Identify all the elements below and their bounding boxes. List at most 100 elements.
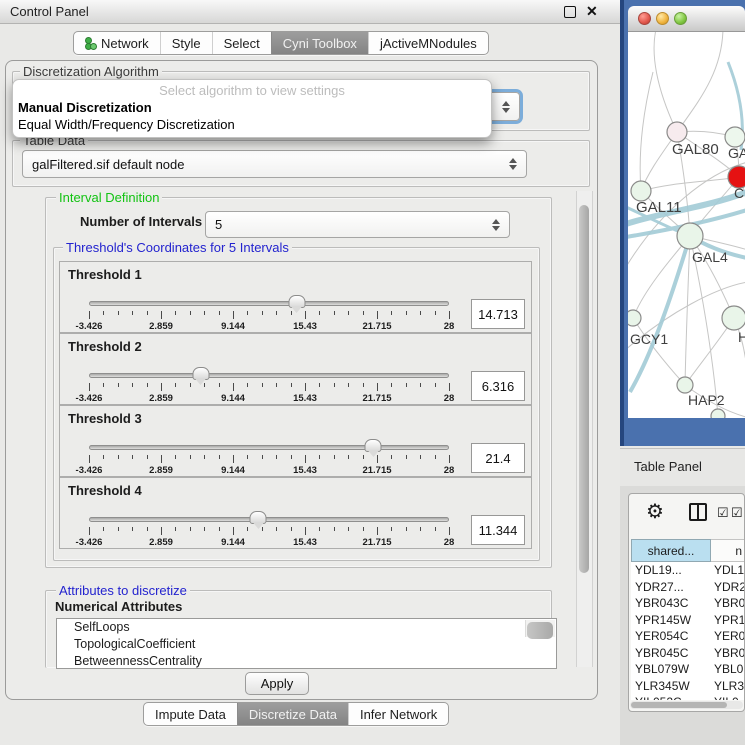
node-hap2[interactable] [677, 377, 693, 393]
slider-track[interactable] [89, 373, 449, 378]
node-gcy1[interactable] [628, 310, 641, 326]
tab-select[interactable]: Select [212, 32, 271, 54]
slider-thumb[interactable] [365, 439, 382, 452]
tick-label: -3.426 [76, 321, 103, 332]
cell-name[interactable]: YIL0 [711, 694, 745, 700]
close-icon[interactable]: ✕ [586, 2, 598, 21]
number-of-intervals-combobox[interactable]: 5 [205, 211, 510, 238]
numerical-attributes-list[interactable]: SelfLoopsTopologicalCoefficientBetweenne… [56, 618, 557, 669]
attribute-list-item[interactable]: BetweennessCentrality [57, 653, 556, 669]
column-header-shared-name[interactable]: shared... [631, 539, 711, 562]
cell-shared-name[interactable]: YBR043C [631, 595, 711, 612]
apply-button[interactable]: Apply [245, 672, 309, 695]
slider-track[interactable] [89, 301, 449, 306]
table-row[interactable]: YDL19...YDL1 [631, 562, 745, 579]
cell-shared-name[interactable]: YPR145W [631, 612, 711, 629]
tick-mark [406, 383, 407, 387]
tick-label: -3.426 [76, 393, 103, 404]
tab-cyni-toolbox[interactable]: Cyni Toolbox [271, 32, 368, 54]
float-window-icon[interactable] [564, 6, 576, 18]
node-pink[interactable] [667, 122, 687, 142]
checkbox-icon[interactable]: ☑ [731, 506, 743, 519]
threshold-1-slider[interactable]: -3.4262.8599.14415.4321.71528 [89, 298, 449, 330]
dropdown-option-manual-discretization[interactable]: Manual Discretization [18, 100, 152, 115]
cell-name[interactable]: YER0 [711, 628, 745, 645]
tick-mark [305, 383, 306, 391]
network-window-titlebar[interactable] [628, 6, 745, 32]
gear-icon[interactable]: ⚙ [646, 499, 664, 524]
slider-thumb[interactable] [192, 367, 209, 380]
table-row[interactable]: YDR27...YDR2 [631, 579, 745, 596]
table-row[interactable]: YBL079WYBL0 [631, 661, 745, 678]
cell-name[interactable]: YBR0 [711, 645, 745, 662]
slider-ticks [89, 311, 449, 320]
cell-name[interactable]: YLR3 [711, 678, 745, 695]
tick-mark [363, 527, 364, 531]
threshold-1-value-field[interactable]: 14.713 [471, 299, 525, 329]
network-canvas[interactable]: GAL80GACGAL11GAL4GCY1HHAP2 [628, 32, 745, 418]
attribute-list-item[interactable]: SelfLoops [57, 619, 556, 636]
list-scrollbar-thumb[interactable] [527, 622, 553, 639]
table-data-combobox[interactable]: galFiltered.sif default node [22, 150, 527, 178]
node-top-right[interactable] [725, 127, 745, 147]
table-row[interactable]: YIL052CYIL0 [631, 694, 745, 700]
threshold-4-slider[interactable]: -3.4262.8599.14415.4321.71528 [89, 514, 449, 546]
node-bottom[interactable] [711, 409, 725, 418]
panel-scrollbar-thumb[interactable] [579, 205, 589, 573]
thresholds-group-label: Threshold's Coordinates for 5 Intervals [63, 240, 292, 255]
cell-name[interactable]: YPR1 [711, 612, 745, 629]
slider-thumb[interactable] [288, 295, 305, 308]
node-gal11[interactable] [631, 181, 651, 201]
cell-shared-name[interactable]: YER054C [631, 628, 711, 645]
column-header-name[interactable]: n [711, 539, 745, 562]
dropdown-option-equal-width[interactable]: Equal Width/Frequency Discretization [18, 117, 235, 132]
threshold-3-slider[interactable]: -3.4262.8599.14415.4321.71528 [89, 442, 449, 474]
tick-label: 2.859 [149, 465, 173, 476]
cell-shared-name[interactable]: YBR045C [631, 645, 711, 662]
slider-track[interactable] [89, 517, 449, 522]
cell-name[interactable]: YBL0 [711, 661, 745, 678]
cell-shared-name[interactable]: YDR27... [631, 579, 711, 596]
cell-name[interactable]: YDL1 [711, 562, 745, 579]
panel-scrollbar[interactable] [576, 191, 593, 667]
table-row[interactable]: YBR043CYBR0 [631, 595, 745, 612]
tab-discretize-data[interactable]: Discretize Data [237, 703, 348, 725]
tick-label: 2.859 [149, 393, 173, 404]
cell-name[interactable]: YDR2 [711, 579, 745, 596]
cell-shared-name[interactable]: YIL052C [631, 694, 711, 700]
tab-infer-network[interactable]: Infer Network [348, 703, 448, 725]
cell-shared-name[interactable]: YLR345W [631, 678, 711, 695]
tab-style[interactable]: Style [160, 32, 212, 54]
checkbox-icon[interactable]: ☑ [717, 506, 729, 519]
tab-impute-data[interactable]: Impute Data [144, 703, 237, 725]
threshold-2-value-field[interactable]: 6.316 [471, 371, 525, 401]
node-gal4[interactable] [677, 223, 703, 249]
table-row[interactable]: YBR045CYBR0 [631, 645, 745, 662]
tick-mark [132, 311, 133, 315]
tab-network[interactable]: Network [74, 32, 160, 54]
table-horizontal-scrollbar-thumb[interactable] [631, 702, 727, 708]
threshold-4-value-field[interactable]: 11.344 [471, 515, 525, 545]
slider-thumb[interactable] [250, 511, 267, 524]
slider-track[interactable] [89, 445, 449, 450]
attribute-list-item[interactable]: TopologicalCoefficient [57, 636, 556, 653]
table-row[interactable]: YPR145WYPR1 [631, 612, 745, 629]
tick-mark [435, 311, 436, 315]
cell-shared-name[interactable]: YBL079W [631, 661, 711, 678]
columns-icon[interactable] [689, 503, 707, 521]
list-scrollbar[interactable] [525, 620, 555, 637]
tab-jactivemnodules[interactable]: jActiveMNodules [368, 32, 488, 54]
table-horizontal-scrollbar[interactable] [630, 701, 743, 709]
threshold-3-value-field[interactable]: 21.4 [471, 443, 525, 473]
zoom-traffic-light-icon[interactable] [674, 12, 687, 25]
dropdown-hint[interactable]: Select algorithm to view settings [13, 83, 491, 98]
cell-name[interactable]: YBR0 [711, 595, 745, 612]
table-row[interactable]: YLR345WYLR3 [631, 678, 745, 695]
table-row[interactable]: YER054CYER0 [631, 628, 745, 645]
cell-shared-name[interactable]: YDL19... [631, 562, 711, 579]
threshold-2-slider[interactable]: -3.4262.8599.14415.4321.71528 [89, 370, 449, 402]
minimize-traffic-light-icon[interactable] [656, 12, 669, 25]
tick-mark [118, 527, 119, 531]
node-right-h[interactable] [722, 306, 745, 330]
close-traffic-light-icon[interactable] [638, 12, 651, 25]
